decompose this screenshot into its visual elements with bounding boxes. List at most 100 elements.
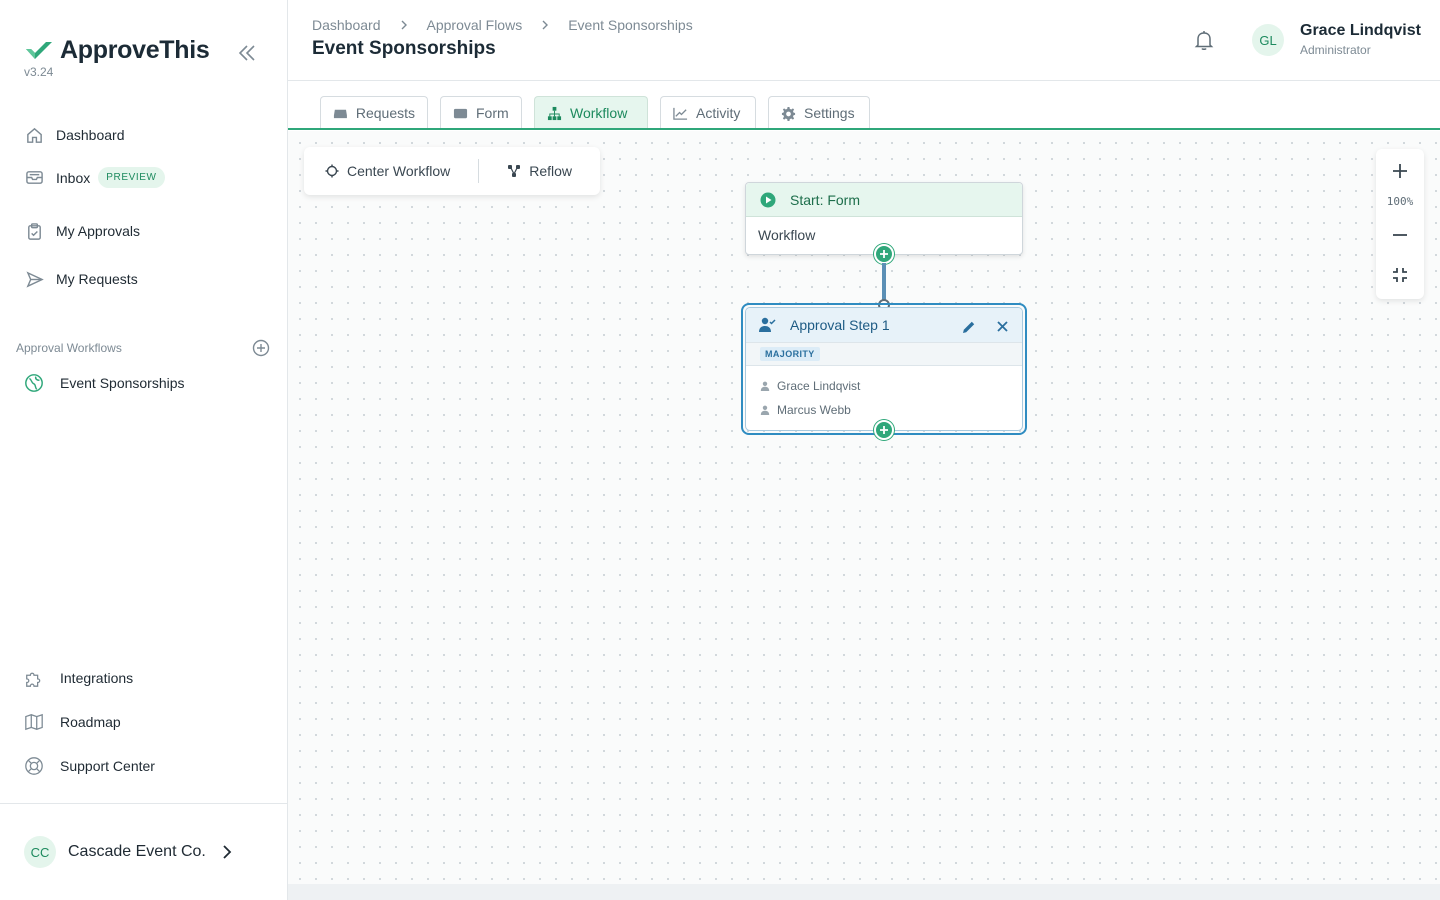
tab-workflow[interactable]: Workflow xyxy=(534,96,648,129)
reflow-button[interactable]: Reflow xyxy=(507,147,572,195)
breadcrumb-approval-flows[interactable]: Approval Flows xyxy=(427,17,523,33)
approver-item: Grace Lindqvist xyxy=(746,374,1022,398)
send-icon xyxy=(24,269,44,289)
clipboard-check-icon xyxy=(24,221,44,241)
approval-step-node[interactable]: Approval Step 1 MAJORITY Grace Lindqvist… xyxy=(741,303,1027,435)
sidebar-item-integrations[interactable]: Integrations xyxy=(24,668,133,688)
center-workflow-label: Center Workflow xyxy=(347,163,451,179)
chevron-right-icon xyxy=(223,845,232,859)
bell-icon[interactable] xyxy=(1192,28,1216,52)
preview-badge: PREVIEW xyxy=(98,167,165,188)
chart-line-icon xyxy=(673,107,688,120)
sidebar-item-label: Roadmap xyxy=(60,714,121,730)
approval-rule-row: MAJORITY xyxy=(746,342,1022,366)
tab-bar: Requests Form Workflow Activity Settings xyxy=(288,81,1440,131)
zoom-out-icon[interactable] xyxy=(1390,225,1410,245)
tab-label: Activity xyxy=(696,105,741,121)
sidebar-item-support-center[interactable]: Support Center xyxy=(24,756,155,776)
approval-step-title: Approval Step 1 xyxy=(790,317,890,333)
sidebar-divider xyxy=(0,803,287,804)
tab-label: Workflow xyxy=(570,105,628,121)
zoom-in-icon[interactable] xyxy=(1390,161,1410,181)
workflow-canvas[interactable]: Center Workflow Reflow 100% Start: Form … xyxy=(288,131,1440,884)
add-workflow-icon[interactable] xyxy=(252,339,270,357)
checkmark-logo-icon xyxy=(26,41,52,59)
start-node-header: Start: Form xyxy=(746,183,1022,217)
sidebar-item-my-requests[interactable]: My Requests xyxy=(24,269,138,289)
start-node-title: Start: Form xyxy=(790,191,861,208)
plus-icon xyxy=(880,426,888,434)
sidebar-item-label: Event Sponsorships xyxy=(60,375,185,391)
user-role: Administrator xyxy=(1300,43,1371,57)
home-icon xyxy=(24,125,44,145)
brand-logo[interactable]: ApproveThis xyxy=(24,36,210,65)
org-name: Cascade Event Co. xyxy=(68,843,206,860)
tab-requests[interactable]: Requests xyxy=(320,96,428,129)
page-title: Event Sponsorships xyxy=(312,38,496,59)
brand-name: ApproveThis xyxy=(60,36,210,64)
inbox-icon xyxy=(24,168,44,188)
user-check-icon xyxy=(759,317,776,332)
sidebar-item-event-sponsorships[interactable]: Event Sponsorships xyxy=(24,373,185,393)
sidebar-item-label: Integrations xyxy=(60,670,134,686)
globe-icon xyxy=(24,373,44,393)
app-version: v3.24 xyxy=(24,65,54,79)
close-icon[interactable] xyxy=(996,320,1009,333)
gear-icon xyxy=(781,106,796,121)
tab-label: Settings xyxy=(804,105,855,121)
sidebar-item-label: Support Center xyxy=(60,758,155,774)
form-icon xyxy=(453,108,468,118)
approval-step-card: Approval Step 1 MAJORITY Grace Lindqvist… xyxy=(745,307,1023,431)
user-icon xyxy=(760,381,770,391)
breadcrumb-event-sponsorships[interactable]: Event Sponsorships xyxy=(568,17,693,33)
collapse-sidebar-icon[interactable] xyxy=(236,42,258,64)
pencil-icon[interactable] xyxy=(962,320,976,334)
sidebar-item-inbox[interactable]: Inbox PREVIEW xyxy=(24,167,165,188)
user-avatar[interactable]: GL xyxy=(1252,24,1284,56)
zoom-level: 100% xyxy=(1386,195,1414,208)
toolbar-divider xyxy=(478,159,480,183)
sidebar-item-dashboard[interactable]: Dashboard xyxy=(24,125,125,145)
user-name[interactable]: Grace Lindqvist xyxy=(1300,22,1421,40)
approver-item: Marcus Webb xyxy=(746,398,1022,422)
tab-label: Requests xyxy=(355,105,415,121)
reflow-icon xyxy=(508,165,521,177)
fit-screen-icon[interactable] xyxy=(1390,265,1410,285)
page-header: Dashboard Approval Flows Event Sponsorsh… xyxy=(288,0,1440,81)
approver-name: Marcus Webb xyxy=(777,403,851,417)
sidebar-item-roadmap[interactable]: Roadmap xyxy=(24,712,121,732)
organization-switcher[interactable]: CC Cascade Event Co. xyxy=(24,836,234,868)
crosshair-icon xyxy=(325,164,339,178)
plus-icon xyxy=(880,250,888,258)
approval-workflows-label: Approval Workflows xyxy=(16,341,122,355)
sidebar: ApproveThis v3.24 Dashboard Inbox PREVIE… xyxy=(0,0,288,900)
sidebar-item-label: My Requests xyxy=(56,271,138,287)
add-step-after-approval-button[interactable] xyxy=(874,420,894,440)
chevron-right-icon xyxy=(401,20,407,30)
play-circle-icon xyxy=(760,192,776,207)
lifebuoy-icon xyxy=(24,756,44,776)
tab-settings[interactable]: Settings xyxy=(768,96,870,129)
tab-underline xyxy=(288,128,1440,130)
approval-step-header: Approval Step 1 xyxy=(746,308,1022,342)
zoom-controls: 100% xyxy=(1376,149,1424,299)
canvas-toolbar: Center Workflow Reflow xyxy=(304,147,600,195)
sitemap-icon xyxy=(547,106,562,120)
tray-icon xyxy=(333,109,347,118)
chevron-right-icon xyxy=(542,20,549,30)
center-workflow-button[interactable]: Center Workflow xyxy=(325,147,450,195)
canvas-scrollbar-track[interactable] xyxy=(288,884,1440,900)
sidebar-item-my-approvals[interactable]: My Approvals xyxy=(24,221,140,241)
sidebar-item-label: My Approvals xyxy=(56,223,141,239)
tab-form[interactable]: Form xyxy=(440,96,522,129)
breadcrumb-dashboard[interactable]: Dashboard xyxy=(312,17,381,33)
approver-name: Grace Lindqvist xyxy=(777,379,861,393)
tab-activity[interactable]: Activity xyxy=(660,96,756,129)
sidebar-item-label: Inbox xyxy=(56,169,91,186)
add-step-after-start-button[interactable] xyxy=(874,244,894,264)
approval-rule-badge: MAJORITY xyxy=(760,347,820,361)
tab-label: Form xyxy=(476,105,509,121)
map-icon xyxy=(24,712,44,732)
reflow-label: Reflow xyxy=(529,163,573,179)
workflow-connector xyxy=(882,263,886,303)
